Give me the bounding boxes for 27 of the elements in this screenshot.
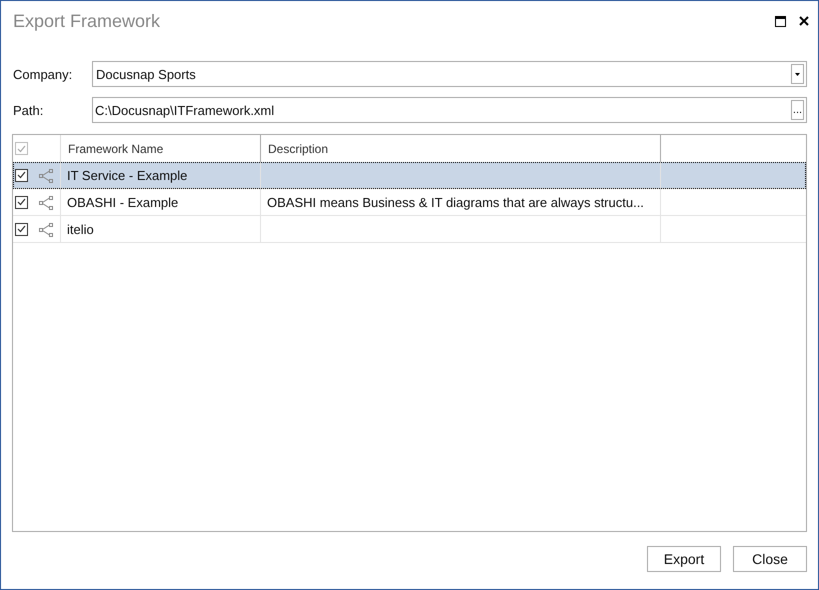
export-button[interactable]: Export [647,546,721,572]
table-cell: OBASHI - Example [67,194,178,210]
company-dropdown[interactable]: Docusnap Sports [92,61,807,87]
path-field[interactable]: C:\Docusnap\ITFramework.xml ... [92,97,807,123]
table-row[interactable]: OBASHI - Example OBASHI means Business & IT diagrams that are always structu... [13,189,806,216]
company-label: Company: [12,66,74,82]
table-cell: OBASHI means Business & IT diagrams that are always structu... [267,194,644,210]
share-icon [38,222,55,236]
caret-icon [795,72,800,76]
table-cell: itelio [67,222,94,236]
browse-button[interactable]: ... [791,100,804,120]
header-checkbox[interactable] [15,142,28,155]
close-button[interactable]: Close [733,546,807,572]
table-cell: IT Service - Example [67,168,188,182]
share-icon [38,168,55,182]
share-icon [38,194,55,210]
row-checkbox[interactable] [15,168,28,182]
close-icon[interactable] [799,16,809,26]
row-checkbox[interactable] [15,196,28,208]
window-title: Export Framework [13,10,160,32]
table-row[interactable]: itelio [13,216,806,243]
path-label: Path: [12,102,44,118]
column-header[interactable]: Framework Name [68,142,164,156]
column-header[interactable]: Description [268,142,328,156]
table-row[interactable]: IT Service - Example [13,162,806,189]
row-checkbox[interactable] [15,222,28,236]
maximize-icon[interactable] [775,16,786,26]
